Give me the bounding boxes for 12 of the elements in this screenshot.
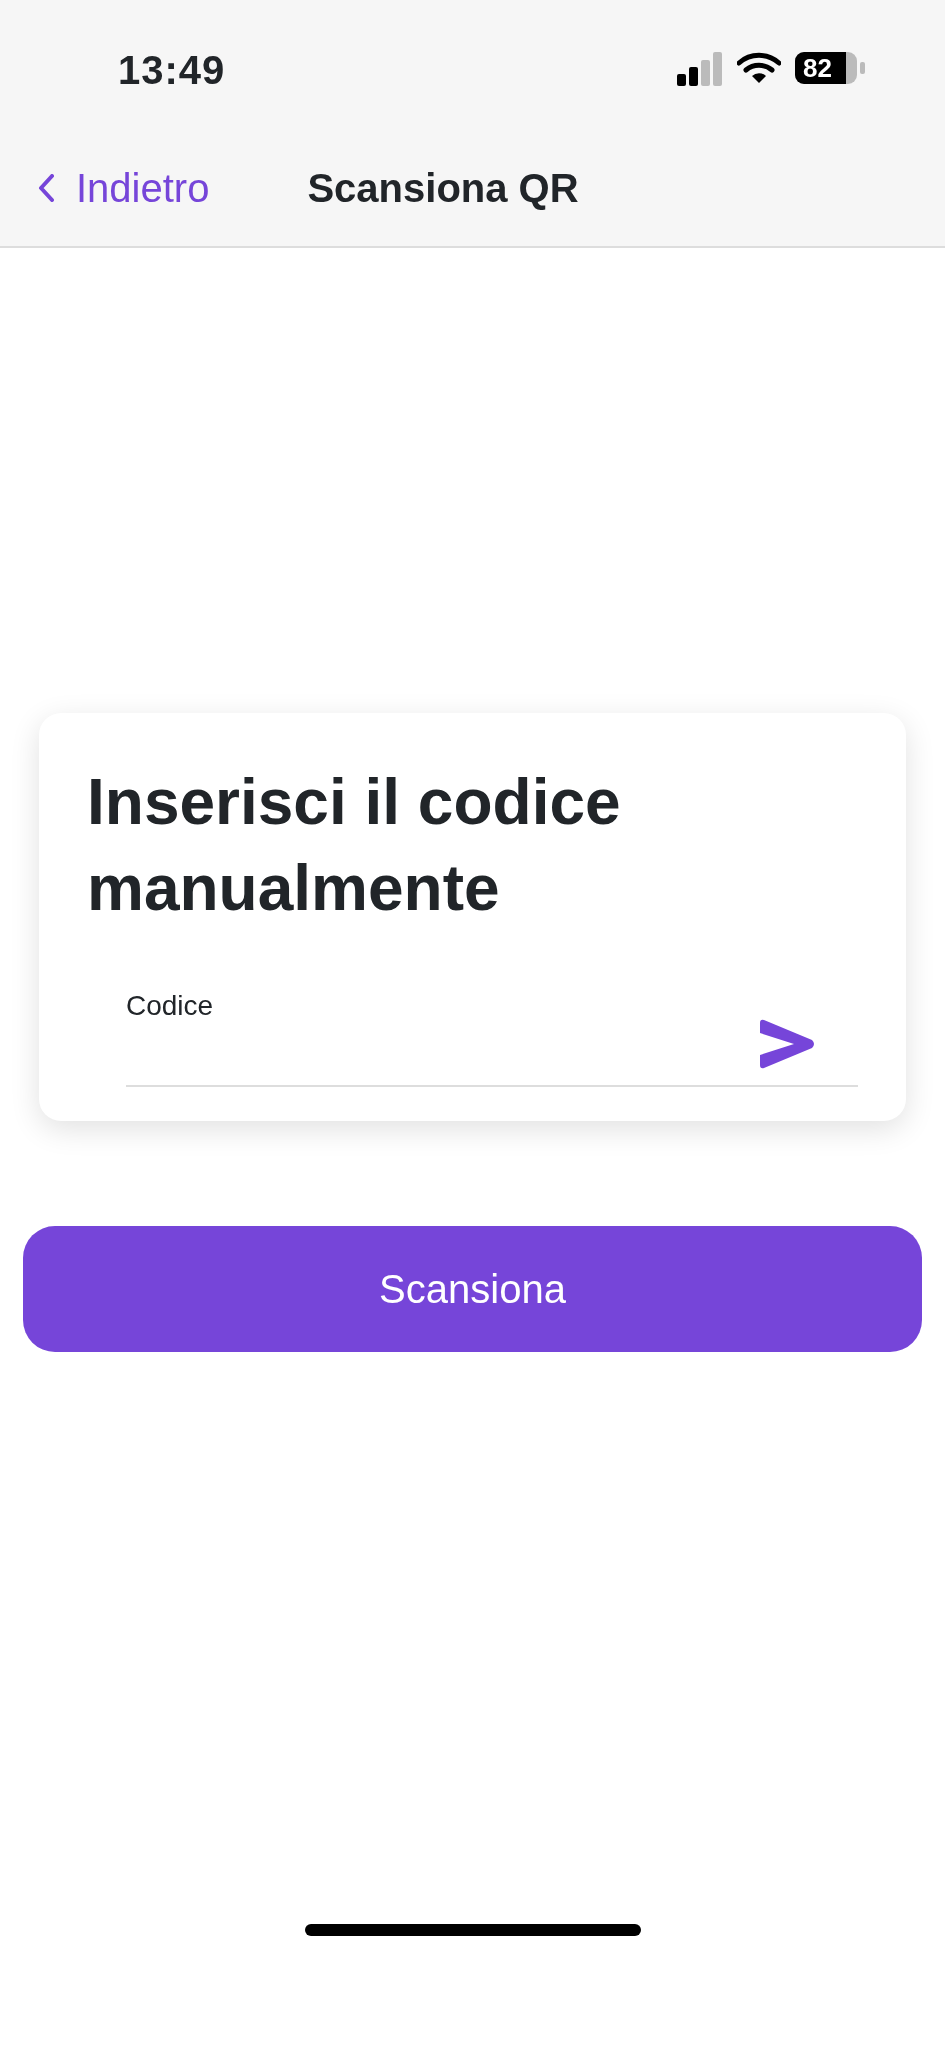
wifi-icon: [737, 52, 781, 84]
signal-icon: [677, 52, 723, 86]
status-time: 13:49: [118, 50, 226, 94]
card-title: Inserisci il codice manualmente: [87, 765, 622, 926]
battery-cap-icon: [860, 62, 865, 74]
page-title: Scansiona QR: [307, 165, 579, 212]
chevron-left-icon: [38, 174, 54, 202]
code-field[interactable]: Codice: [126, 979, 758, 1085]
send-icon: [758, 1019, 816, 1069]
battery-icon: 82: [795, 52, 857, 84]
scan-button[interactable]: Scansiona: [23, 1226, 922, 1352]
back-link[interactable]: Indietro: [38, 158, 210, 218]
